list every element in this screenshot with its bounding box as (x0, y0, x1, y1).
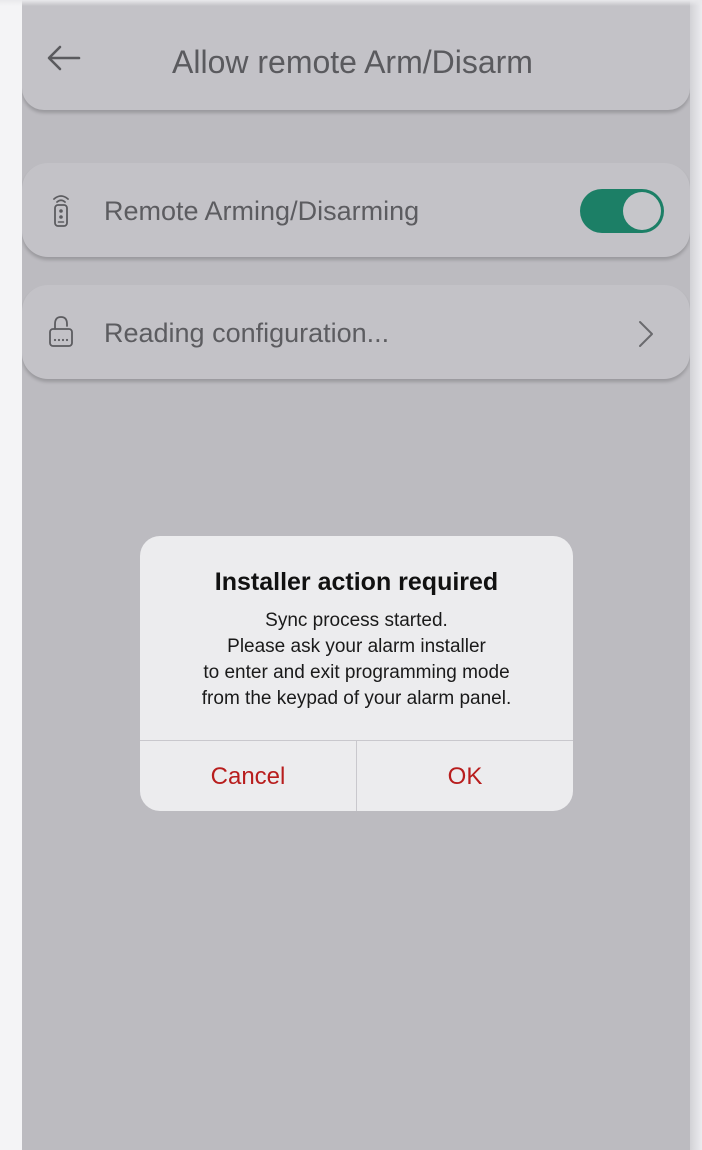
remote-arming-row: Remote Arming/Disarming (22, 163, 690, 257)
ok-button[interactable]: OK (357, 741, 573, 811)
page-title: Allow remote Arm/Disarm (172, 44, 533, 80)
dialog-message-line: from the keypad of your alarm panel. (201, 688, 512, 709)
configuration-status-label: Reading configuration... (104, 318, 390, 348)
dialog-message-line: Please ask your alarm installer (227, 636, 486, 657)
remote-arming-toggle[interactable] (580, 189, 664, 233)
installer-action-dialog: Installer action required Sync process s… (140, 536, 573, 811)
cancel-button[interactable]: Cancel (140, 741, 357, 811)
app-header: Allow remote Arm/Disarm (22, 0, 690, 110)
arrow-left-icon (47, 45, 81, 71)
configuration-row[interactable]: Reading configuration... (22, 285, 690, 379)
dialog-message-line: Sync process started. (265, 610, 448, 631)
screen-top-shade (0, 0, 702, 6)
back-button[interactable] (44, 38, 84, 78)
app-screen: Allow remote Arm/Disarm Remote Arming/Di… (22, 0, 690, 1150)
dialog-message-line: to enter and exit programming mode (203, 662, 510, 683)
remote-control-icon (48, 192, 74, 228)
toggle-knob (623, 192, 661, 230)
dialog-actions: Cancel OK (140, 740, 573, 811)
dialog-title: Installer action required (214, 568, 499, 596)
screen-edge-shade (690, 0, 702, 1150)
dialog-message: Sync process started. Please ask your al… (140, 608, 573, 712)
remote-arming-label: Remote Arming/Disarming (104, 196, 420, 226)
chevron-right-icon (636, 319, 656, 349)
lock-keypad-icon (48, 314, 74, 350)
